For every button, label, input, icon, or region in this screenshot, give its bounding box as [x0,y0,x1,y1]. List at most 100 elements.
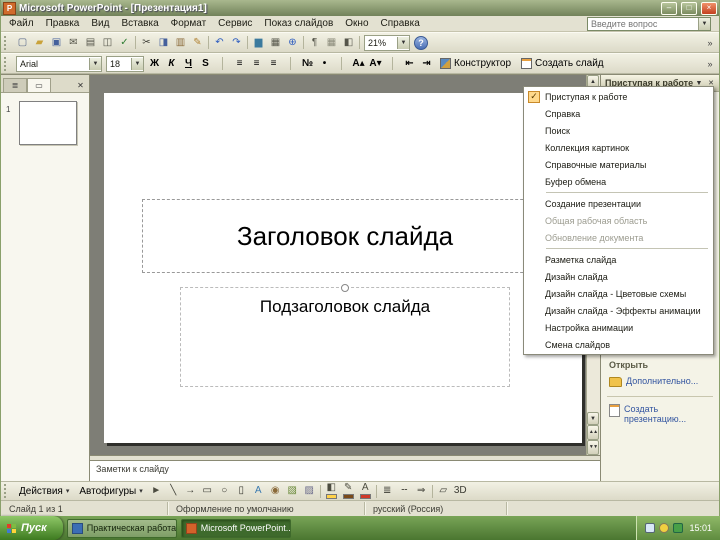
format-button[interactable] [384,56,401,72]
wordart-icon[interactable]: A [250,483,267,499]
toolbar-options-button[interactable]: » [703,59,717,69]
clipart-icon[interactable]: ▧ [284,483,301,499]
insert-table-icon[interactable]: ▦ [267,35,284,51]
diagram-icon[interactable]: ◉ [267,483,284,499]
copy-icon[interactable]: ◨ [155,35,172,51]
increase-font-button[interactable]: A▴ [350,56,367,72]
print-icon[interactable]: ▤ [82,35,99,51]
save-icon[interactable]: ▣ [48,35,65,51]
font-size-combo[interactable]: 18 ▼ [106,55,144,72]
slides-tab[interactable]: ▭ [27,78,51,92]
notes-pane[interactable]: Заметки к слайду [90,461,600,481]
task-pane-menu-item[interactable]: Справка [525,105,712,122]
task-pane-menu-item[interactable]: Дизайн слайда - Эффекты анимации [525,302,712,319]
text-box-icon[interactable]: ▯ [233,483,250,499]
rectangle-icon[interactable]: ▭ [199,483,216,499]
align-center-button[interactable]: ≡ [248,56,265,72]
new-file-icon[interactable]: ▢ [14,35,31,51]
taskbar-app-button[interactable]: Microsoft PowerPoint... [180,518,291,538]
text-shadow-button[interactable]: S [197,56,214,72]
toolbar-grip[interactable] [4,35,11,50]
shadow-style-icon[interactable]: ▱ [435,483,452,499]
chevron-down-icon[interactable]: ▼ [397,36,409,49]
menu-insert[interactable]: Вставка [115,17,164,31]
chevron-down-icon[interactable]: ▼ [698,17,710,30]
fill-color-icon[interactable]: ◧ [323,483,340,499]
scroll-down-button[interactable]: ▼ [587,412,599,425]
slide-design-button[interactable]: Конструктор [435,56,516,72]
task-pane-menu-item[interactable]: Приступая к работе [525,88,712,105]
menu-help[interactable]: Справка [375,17,426,31]
maximize-button[interactable]: □ [681,1,697,15]
cut-icon[interactable]: ✂ [138,35,155,51]
email-icon[interactable]: ✉ [65,35,82,51]
status-language[interactable]: русский (Россия) [365,502,507,515]
tray-volume-icon[interactable] [659,523,670,533]
menu-window[interactable]: Окно [339,17,374,31]
create-presentation-link[interactable]: Создать презентацию... [609,404,715,424]
bold-button[interactable]: Ж [146,56,163,72]
task-pane-menu-item[interactable]: Общая рабочая область [525,212,712,229]
help-icon[interactable]: ? [414,35,428,50]
insert-hyperlink-icon[interactable]: ⊕ [284,35,301,51]
task-pane-menu-item[interactable]: Создание презентации [525,195,712,212]
chevron-down-icon[interactable]: ▼ [131,57,143,70]
chevron-down-icon[interactable]: ▼ [89,57,101,70]
grid-icon[interactable]: ▦ [323,35,340,51]
menu-slideshow[interactable]: Показ слайдов [258,17,339,31]
task-pane-menu-item[interactable]: Настройка анимации [525,319,712,336]
undo-icon[interactable]: ↶ [211,35,228,51]
toolbar-grip[interactable] [4,484,11,498]
taskbar-app-button[interactable]: Практическая работа [66,518,177,538]
task-pane-menu-item[interactable]: Коллекция картинок [525,139,712,156]
paste-icon[interactable]: ▥ [172,35,189,51]
slide-thumbnail[interactable] [19,101,77,145]
close-button[interactable]: × [701,1,717,15]
numbering-button[interactable]: № [299,56,316,72]
dash-style-icon[interactable]: ╌ [396,483,413,499]
status-design-name[interactable]: Оформление по умолчанию [168,502,365,515]
align-right-button[interactable]: ≡ [265,56,282,72]
threed-style-icon[interactable]: 3D [452,483,469,499]
menu-view[interactable]: Вид [85,17,115,31]
font-color-icon[interactable]: А [357,483,374,499]
tray-network-icon[interactable] [645,523,656,533]
open-folder-icon[interactable]: ▰ [31,35,48,51]
task-pane-menu-item[interactable]: Буфер обмена [525,173,712,190]
previous-slide-button[interactable] [587,425,599,440]
spelling-icon[interactable]: ✓ [116,35,133,51]
format-button[interactable] [282,56,299,72]
task-pane-menu-item[interactable]: Дизайн слайда - Цветовые схемы [525,285,712,302]
insert-chart-icon[interactable]: ▆ [250,35,267,51]
toolbar-options-button[interactable]: » [703,38,717,48]
print-preview-icon[interactable]: ◫ [99,35,116,51]
more-presentations-link[interactable]: Дополнительно... [609,376,715,387]
rotate-handle[interactable] [341,284,349,292]
format-button[interactable] [214,56,231,72]
task-pane-menu-item[interactable]: Разметка слайда [525,251,712,268]
draw-actions-dropdown[interactable]: Действия [14,483,74,499]
task-pane-menu-item[interactable]: Обновление документа [525,229,712,246]
ask-a-question-box[interactable]: ▼ [587,16,711,31]
menu-file[interactable]: Файл [3,17,40,31]
task-pane-menu-item[interactable]: Дизайн слайда [525,268,712,285]
format-button[interactable] [333,56,350,72]
increase-indent-button[interactable]: ⇥ [418,56,435,72]
taskbar-clock[interactable]: 15:01 [689,523,712,533]
italic-button[interactable]: К [163,56,180,72]
underline-button[interactable]: Ч [180,56,197,72]
task-pane-menu-item[interactable]: Поиск [525,122,712,139]
question-input[interactable] [588,18,698,29]
menu-edit[interactable]: Правка [40,17,86,31]
format-painter-icon[interactable]: ✎ [189,35,206,51]
task-pane-menu-item[interactable]: Смена слайдов [525,336,712,353]
start-button[interactable]: Пуск [0,516,63,540]
toolbar-button[interactable] [357,35,362,51]
align-left-button[interactable]: ≡ [231,56,248,72]
bullets-button[interactable]: • [316,56,333,72]
oval-icon[interactable]: ○ [216,483,233,499]
toolbar-grip[interactable] [4,56,11,71]
select-arrow-icon[interactable]: ► [148,483,165,499]
zoom-combo[interactable]: 21% ▼ [364,34,410,51]
line-icon[interactable]: ╲ [165,483,182,499]
